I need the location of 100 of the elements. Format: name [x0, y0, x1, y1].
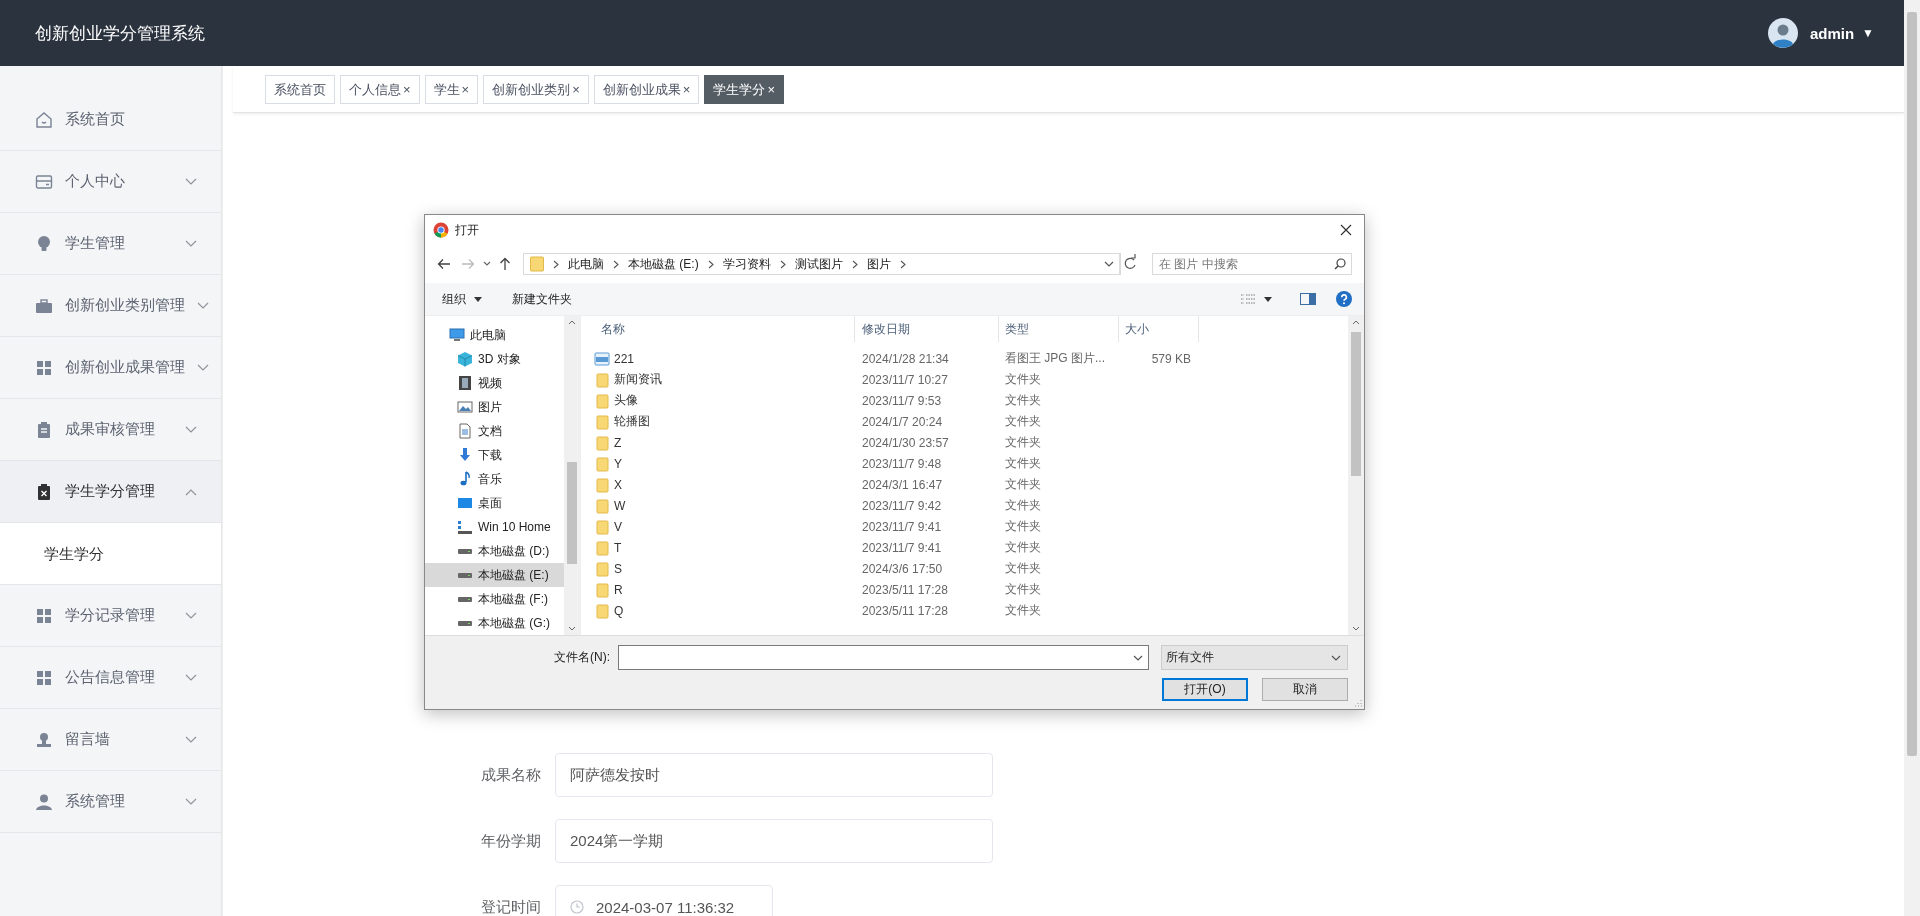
scrollbar[interactable] — [1348, 316, 1364, 635]
tree-item[interactable]: 图片 — [425, 395, 564, 419]
tree-item[interactable]: 3D 对象 — [425, 347, 564, 371]
submenu-item[interactable]: 学生学分 — [0, 523, 221, 585]
help-icon[interactable] — [1336, 291, 1352, 307]
close-icon[interactable]: × — [403, 81, 411, 97]
tree-item[interactable]: 文档 — [425, 419, 564, 443]
folder-icon — [594, 434, 610, 451]
table-cell-text: 文件夹 — [1004, 581, 1042, 598]
tab[interactable]: 创新创业类别× — [483, 74, 589, 104]
tab[interactable]: 学生学分× — [704, 74, 784, 104]
tab[interactable]: 创新创业成果× — [593, 74, 700, 104]
tree-item[interactable]: Win 10 Home — [425, 515, 564, 539]
file-name[interactable]: V — [614, 519, 622, 534]
menu-label: 个人中心 — [65, 172, 125, 191]
filename-field[interactable] — [618, 645, 1149, 670]
tree-item[interactable]: 视频 — [425, 371, 564, 395]
file-name[interactable]: 轮播图 — [614, 413, 650, 430]
tree-item[interactable]: 本地磁盘 (F:) — [425, 587, 564, 611]
table-cell-text: 2023/5/11 17:28 — [861, 582, 949, 597]
breadcrumb-item[interactable]: 测试图片 — [794, 255, 843, 273]
scroll-down-icon — [568, 626, 576, 631]
input-field[interactable]: 2024第一学期 — [555, 819, 993, 863]
input-field[interactable]: 2024-03-07 11:36:32 — [555, 885, 773, 916]
tree-item[interactable]: 音乐 — [425, 467, 564, 491]
caret-icon[interactable]: ▼ — [1862, 26, 1874, 40]
new-folder-button[interactable]: 新建文件夹 — [512, 290, 572, 308]
tree-item[interactable]: 下载 — [425, 443, 564, 467]
tab[interactable]: 系统首页 — [265, 74, 335, 104]
tab[interactable]: 个人信息× — [340, 74, 420, 104]
sidebar-item[interactable]: 留言墙 — [0, 709, 221, 771]
folder-icon — [594, 581, 610, 598]
tree-label: 本地磁盘 (D:) — [478, 542, 550, 560]
sidebar-item[interactable]: 系统首页 — [0, 89, 221, 151]
scrollbar[interactable] — [1904, 0, 1920, 916]
tree-item[interactable]: 本地磁盘 (E:) — [425, 563, 564, 587]
column-header[interactable]: 类型 — [999, 316, 1119, 342]
tab[interactable]: 学生× — [424, 74, 479, 104]
file-name[interactable]: Y — [614, 456, 622, 471]
field-label: 成果名称 — [480, 765, 541, 785]
tree-item[interactable]: 桌面 — [425, 491, 564, 515]
sidebar-item[interactable]: 公告信息管理 — [0, 647, 221, 709]
breadcrumb-item[interactable]: 此电脑 — [568, 255, 604, 273]
close-icon[interactable]: × — [461, 81, 470, 97]
sidebar-item[interactable]: 创新创业成果管理 — [0, 337, 221, 399]
sidebar-item[interactable]: 学生管理 — [0, 213, 221, 275]
scrollbar[interactable] — [564, 316, 580, 635]
search-field[interactable]: 在 图片 中搜索 — [1152, 253, 1352, 275]
tree-item[interactable]: 本地磁盘 (G:) — [425, 611, 564, 635]
scrollbar-thumb[interactable] — [567, 462, 577, 564]
file-type-select[interactable]: 所有文件 — [1161, 645, 1348, 670]
organize-menu[interactable]: 组织 — [442, 290, 482, 308]
file-name[interactable]: W — [614, 498, 626, 513]
dialog-button[interactable]: 打开(O) — [1162, 678, 1248, 701]
folder-icon — [594, 518, 610, 535]
back-arrow-icon[interactable] — [437, 258, 451, 270]
preview-pane-icon[interactable] — [1300, 293, 1316, 305]
dialog-button[interactable]: 取消 — [1262, 678, 1348, 701]
caret-icon[interactable] — [1264, 296, 1272, 302]
file-name[interactable]: Z — [614, 435, 622, 450]
column-header[interactable]: 大小 — [1119, 316, 1199, 342]
address-bar[interactable]: 此电脑 本地磁盘 (E:) 学习资料 测试图片 图片 — [523, 253, 1121, 275]
grid-icon — [35, 606, 53, 625]
table-cell-text: 文件夹 — [1004, 539, 1042, 556]
close-icon[interactable]: × — [767, 81, 775, 97]
user-name[interactable]: admin — [1809, 24, 1855, 42]
scrollbar-thumb[interactable] — [1907, 12, 1917, 756]
close-icon[interactable] — [1340, 224, 1352, 236]
breadcrumb-item[interactable]: 图片 — [866, 255, 891, 273]
dropdown-icon[interactable] — [1104, 261, 1114, 267]
tree-label: 桌面 — [478, 494, 502, 512]
up-arrow-icon[interactable] — [499, 257, 511, 271]
input-field[interactable]: 阿萨德发按时 — [555, 753, 993, 797]
tree-item[interactable]: 本地磁盘 (D:) — [425, 539, 564, 563]
chevron-right-icon — [553, 259, 559, 269]
sidebar-item[interactable]: 创新创业类别管理 — [0, 275, 221, 337]
menu-label: 公告信息管理 — [65, 668, 155, 687]
file-name[interactable]: R — [614, 582, 623, 597]
sidebar-item[interactable]: 个人中心 — [0, 151, 221, 213]
sidebar-item[interactable]: 学分记录管理 — [0, 585, 221, 647]
table-cell-text: 2024/1/30 23:57 — [861, 435, 950, 450]
file-name[interactable]: Q — [614, 603, 624, 618]
file-name[interactable]: 头像 — [614, 392, 638, 409]
field-value: 2024-03-07 11:36:32 — [596, 898, 735, 916]
column-header[interactable]: 名称 — [581, 316, 855, 342]
column-header[interactable]: 修改日期 — [855, 316, 999, 342]
dropdown-icon[interactable] — [483, 261, 491, 267]
tree-item[interactable]: 此电脑 — [425, 323, 564, 347]
breadcrumb-item[interactable]: 本地磁盘 (E:) — [628, 255, 699, 273]
scrollbar-thumb[interactable] — [1351, 332, 1361, 476]
file-name[interactable]: T — [614, 540, 622, 555]
file-name[interactable]: X — [614, 477, 622, 492]
file-name[interactable]: S — [614, 561, 622, 576]
close-icon[interactable]: × — [682, 81, 691, 97]
breadcrumb-item[interactable]: 学习资料 — [722, 255, 771, 273]
close-icon[interactable]: × — [572, 81, 580, 97]
file-name[interactable]: 221 — [614, 351, 635, 366]
table-cell-text: 2023/11/7 10:27 — [861, 372, 949, 387]
sidebar-item[interactable]: 系统管理 — [0, 771, 221, 833]
file-name[interactable]: 新闻资讯 — [614, 371, 662, 388]
